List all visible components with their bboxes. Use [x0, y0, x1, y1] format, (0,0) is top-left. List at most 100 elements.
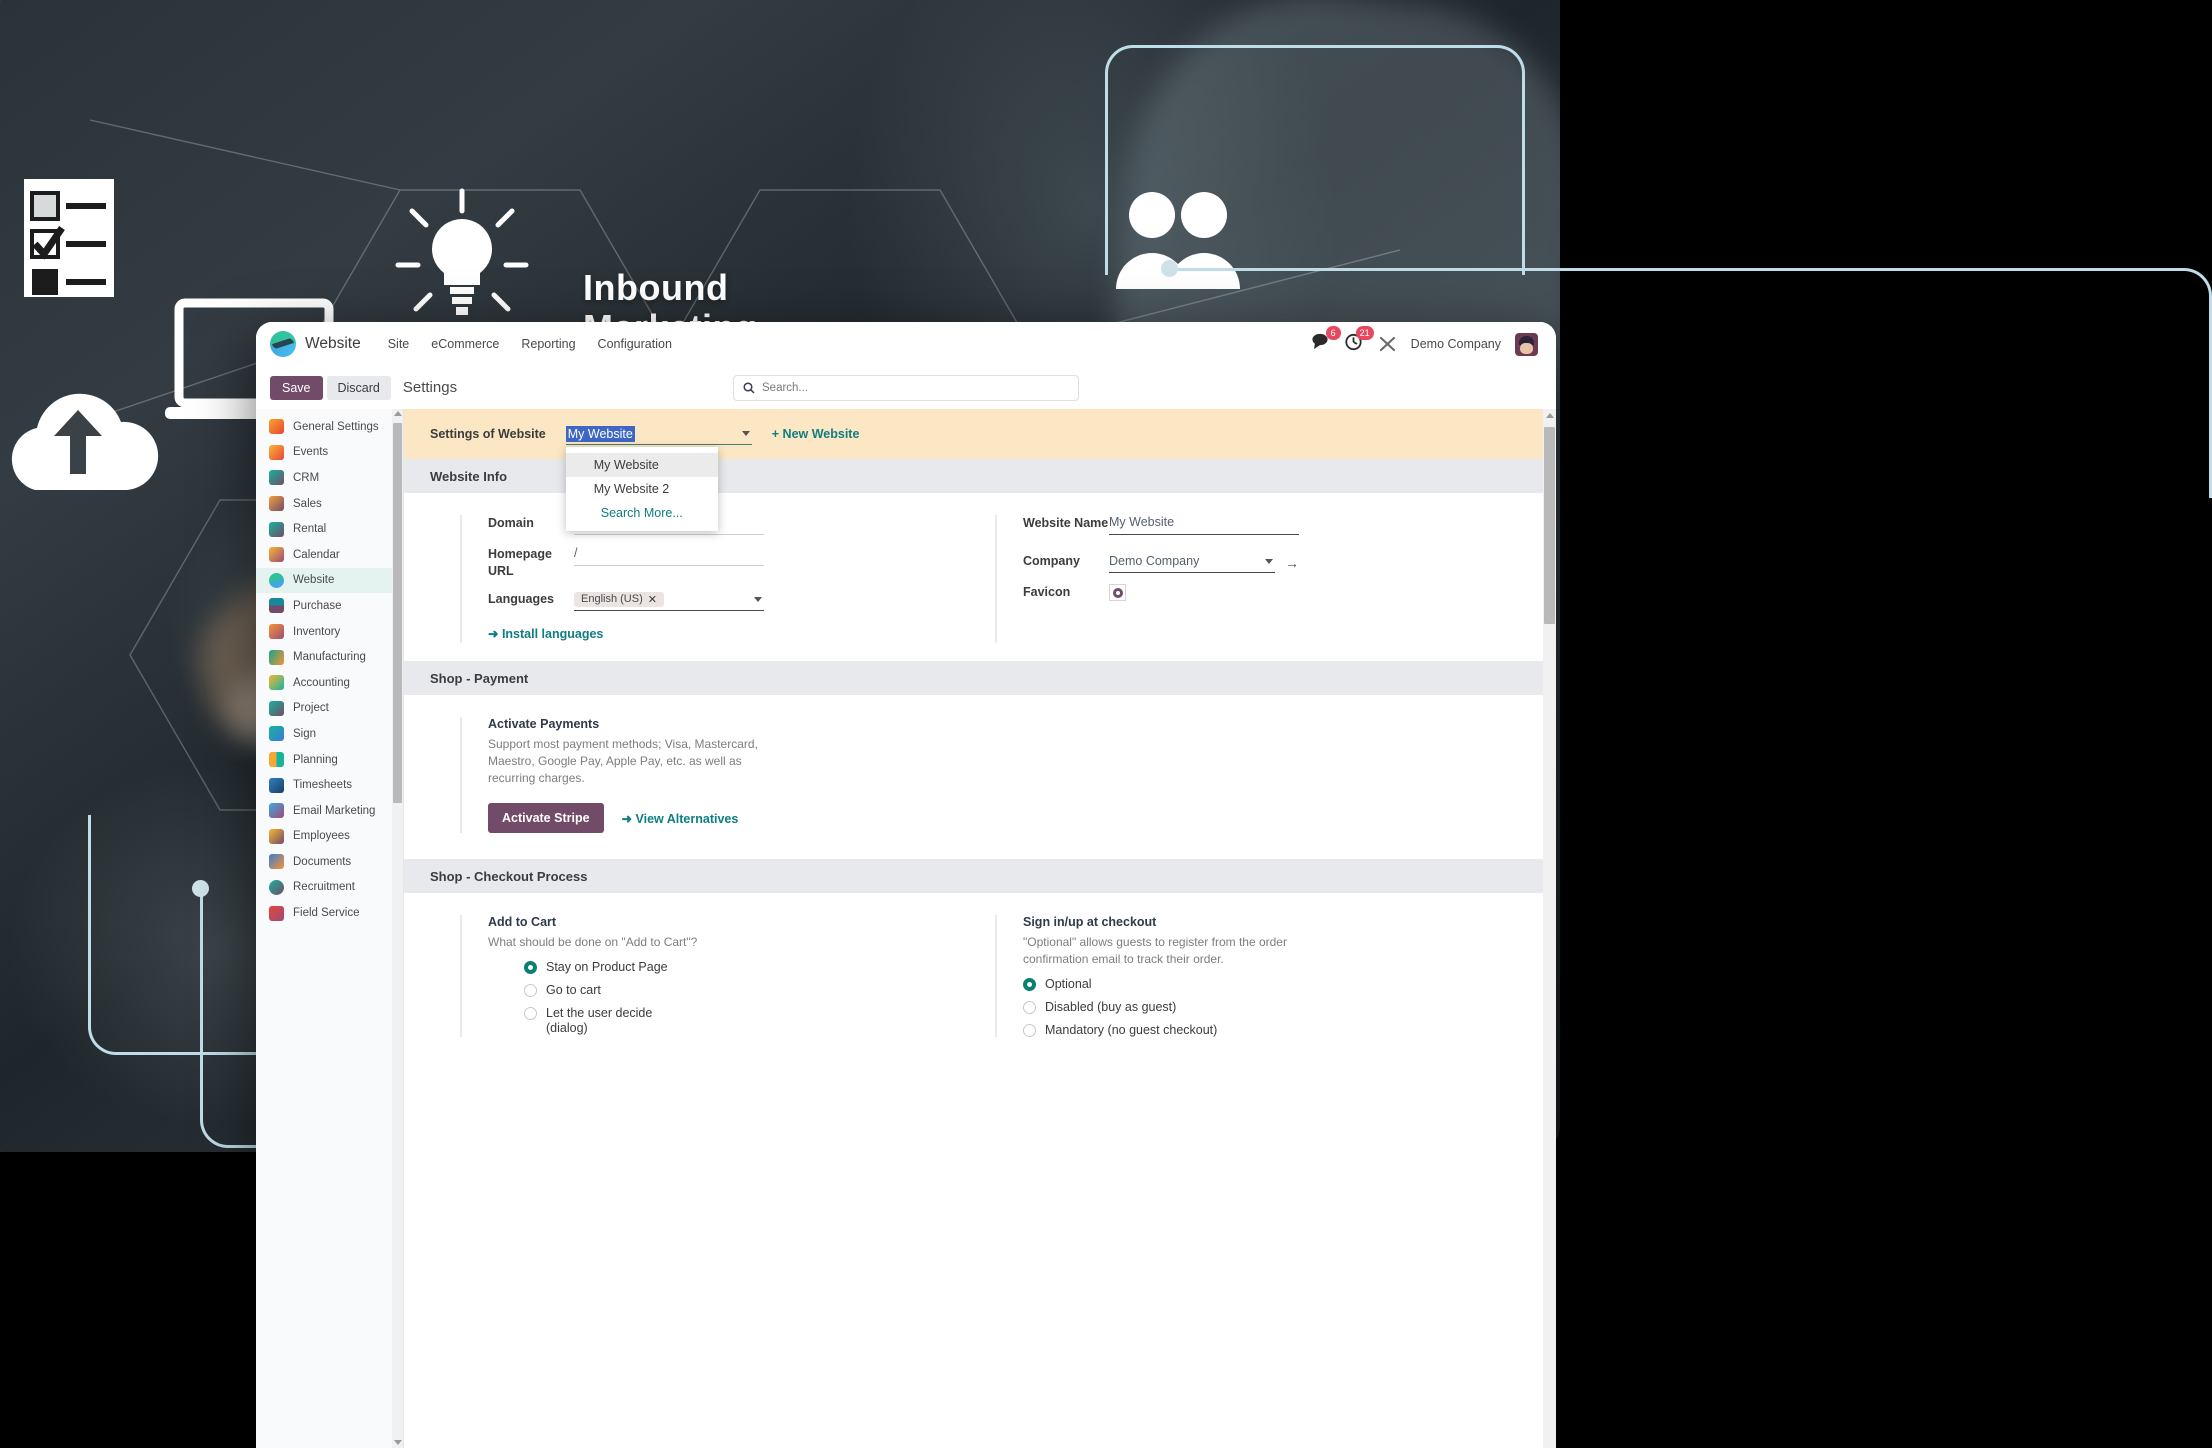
sidebar-item-recruitment[interactable]: Recruitment: [256, 875, 403, 901]
sidebar-item-label: Recruitment: [293, 881, 355, 894]
sidebar-item-inventory[interactable]: Inventory: [256, 619, 403, 645]
company-chevron-down-icon[interactable]: [1265, 558, 1273, 564]
sidebar-item-label: Project: [293, 702, 329, 715]
content-scroll-up-icon[interactable]: [1545, 413, 1554, 418]
website-info-left-column: Domain https://www.odoo.com Homepage URL…: [460, 515, 995, 643]
languages-chevron-down-icon[interactable]: [754, 596, 762, 602]
sidebar-item-events[interactable]: Events: [256, 440, 403, 466]
sidebar-scrollbar[interactable]: [392, 409, 403, 1448]
radio-label-0: Stay on Product Page: [546, 960, 668, 974]
dropdown-option-0[interactable]: My Website: [565, 453, 718, 477]
sidebar-item-rental[interactable]: Rental: [256, 516, 403, 542]
new-website-button[interactable]: + New Website: [772, 427, 860, 441]
field-service-icon: [269, 905, 284, 921]
sidebar-item-label: Sales: [293, 497, 322, 510]
brand[interactable]: Website: [270, 331, 361, 357]
rental-key-icon: [269, 521, 284, 537]
sidebar-item-calendar[interactable]: Calendar: [256, 542, 403, 568]
events-app-icon: [269, 444, 284, 460]
save-button[interactable]: Save: [270, 375, 323, 400]
view-alternatives-link[interactable]: ➜ View Alternatives: [622, 811, 739, 826]
decor-node-bottom: [192, 880, 209, 897]
radio-disabled-guest[interactable]: Disabled (buy as guest): [1023, 1000, 1530, 1014]
radio-optional[interactable]: Optional: [1023, 977, 1530, 991]
sidebar-item-crm[interactable]: CRM: [256, 465, 403, 491]
sidebar-item-field-service[interactable]: Field Service: [256, 900, 403, 926]
field-label-languages: Languages: [488, 592, 554, 606]
settings-sidebar: General Settings Events CRM Sales Rental Cale…: [256, 409, 404, 1448]
arrow-right-icon-2: ➜: [621, 811, 636, 826]
radio-stay-on-product-page[interactable]: Stay on Product Page: [524, 960, 995, 974]
field-value-website-name[interactable]: My Website: [1109, 515, 1299, 535]
radio-go-to-cart[interactable]: Go to cart: [524, 983, 995, 997]
radio-dot-icon-4: [1023, 1023, 1036, 1037]
sidebar-item-general-settings[interactable]: General Settings: [256, 414, 403, 440]
sidebar-item-label: Employees: [293, 830, 350, 843]
discard-button[interactable]: Discard: [326, 375, 391, 400]
radio-label-mandatory: Mandatory (no guest checkout): [1045, 1023, 1218, 1037]
activate-stripe-button[interactable]: Activate Stripe: [488, 803, 604, 833]
sidebar-item-email-marketing[interactable]: Email Marketing: [256, 798, 403, 824]
scroll-down-arrow-icon[interactable]: [393, 1440, 402, 1445]
radio-label-1: Go to cart: [546, 983, 601, 997]
manufacturing-app-icon: [269, 649, 284, 665]
dropdown-search-more[interactable]: Search More...: [566, 501, 718, 525]
nav-item-ecommerce[interactable]: eCommerce: [420, 337, 510, 351]
sidebar-item-timesheets[interactable]: Timesheets: [256, 772, 403, 798]
search-placeholder: Search...: [762, 381, 809, 394]
sidebar-item-accounting[interactable]: Accounting: [256, 670, 403, 696]
language-tag[interactable]: English (US) ✕: [574, 591, 664, 607]
website-select-value: My Website: [565, 425, 635, 442]
sales-app-icon: [269, 496, 284, 512]
sidebar-item-label: Events: [293, 446, 329, 459]
open-company-arrow-icon[interactable]: →: [1285, 555, 1299, 571]
field-label-website-name: Website Name: [1023, 516, 1109, 530]
activate-payments-block: Activate Payments Support most payment m…: [460, 717, 1009, 833]
nav-item-reporting[interactable]: Reporting: [510, 337, 586, 351]
radio-let-user-decide[interactable]: Let the user decide: [524, 1006, 995, 1020]
wrench-screwdriver-icon[interactable]: [1378, 335, 1397, 353]
activities-button[interactable]: 21: [1345, 325, 1374, 356]
content-scroll-thumb[interactable]: [1544, 427, 1555, 624]
chevron-down-icon[interactable]: [741, 431, 750, 436]
sidebar-item-employees[interactable]: Employees: [256, 824, 403, 850]
install-languages-link[interactable]: ➜ Install languages: [488, 625, 995, 643]
sidebar-item-label: Sign: [293, 727, 317, 740]
nav-item-configuration[interactable]: Configuration: [587, 337, 683, 351]
sidebar-item-manufacturing[interactable]: Manufacturing: [256, 644, 403, 670]
sidebar-item-project[interactable]: Project: [256, 696, 403, 722]
scroll-up-arrow-icon[interactable]: [393, 411, 402, 416]
company-name[interactable]: Demo Company: [1411, 337, 1501, 351]
sign-in-up-block: Sign in/up at checkout "Optional" allows…: [995, 915, 1530, 1037]
sidebar-item-sign[interactable]: Sign: [256, 721, 403, 747]
search-input[interactable]: Search...: [733, 374, 1079, 401]
favicon-preview[interactable]: [1109, 584, 1126, 601]
website-select[interactable]: My Website My Website My Website 2 Searc…: [565, 423, 752, 531]
recruitment-icon: [269, 879, 284, 895]
field-value-company[interactable]: Demo Company: [1109, 553, 1275, 573]
messages-badge: 6: [1325, 326, 1341, 340]
content-scrollbar[interactable]: [1543, 409, 1556, 1448]
dropdown-option-1[interactable]: My Website 2: [566, 477, 718, 501]
activities-badge: 21: [1355, 325, 1374, 340]
sidebar-scroll-thumb[interactable]: [393, 423, 402, 803]
field-favicon: Favicon: [1023, 584, 1530, 601]
messages-button[interactable]: 6: [1312, 326, 1341, 355]
search-icon: [743, 381, 755, 394]
sidebar-item-documents[interactable]: Documents: [256, 849, 403, 875]
radio-label-optional: Optional: [1045, 977, 1092, 991]
user-avatar[interactable]: [1515, 332, 1538, 356]
sidebar-item-planning[interactable]: Planning: [256, 747, 403, 773]
sidebar-item-sales[interactable]: Sales: [256, 491, 403, 517]
radio-dot-icon-3: [1023, 1000, 1036, 1014]
odoo-application-window: Website Site eCommerce Reporting Configu…: [256, 322, 1556, 1448]
sidebar-item-purchase[interactable]: Purchase: [256, 593, 403, 619]
field-value-languages[interactable]: English (US) ✕: [574, 591, 764, 611]
remove-language-icon[interactable]: ✕: [648, 593, 657, 606]
sidebar-item-label: Inventory: [293, 625, 341, 638]
sidebar-item-website[interactable]: Website: [256, 567, 403, 594]
website-selector-banner: Settings of Website My Website My Websit…: [404, 409, 1556, 531]
field-value-homepage-url[interactable]: /: [574, 546, 764, 566]
radio-mandatory[interactable]: Mandatory (no guest checkout): [1023, 1023, 1530, 1037]
nav-item-site[interactable]: Site: [377, 337, 421, 351]
